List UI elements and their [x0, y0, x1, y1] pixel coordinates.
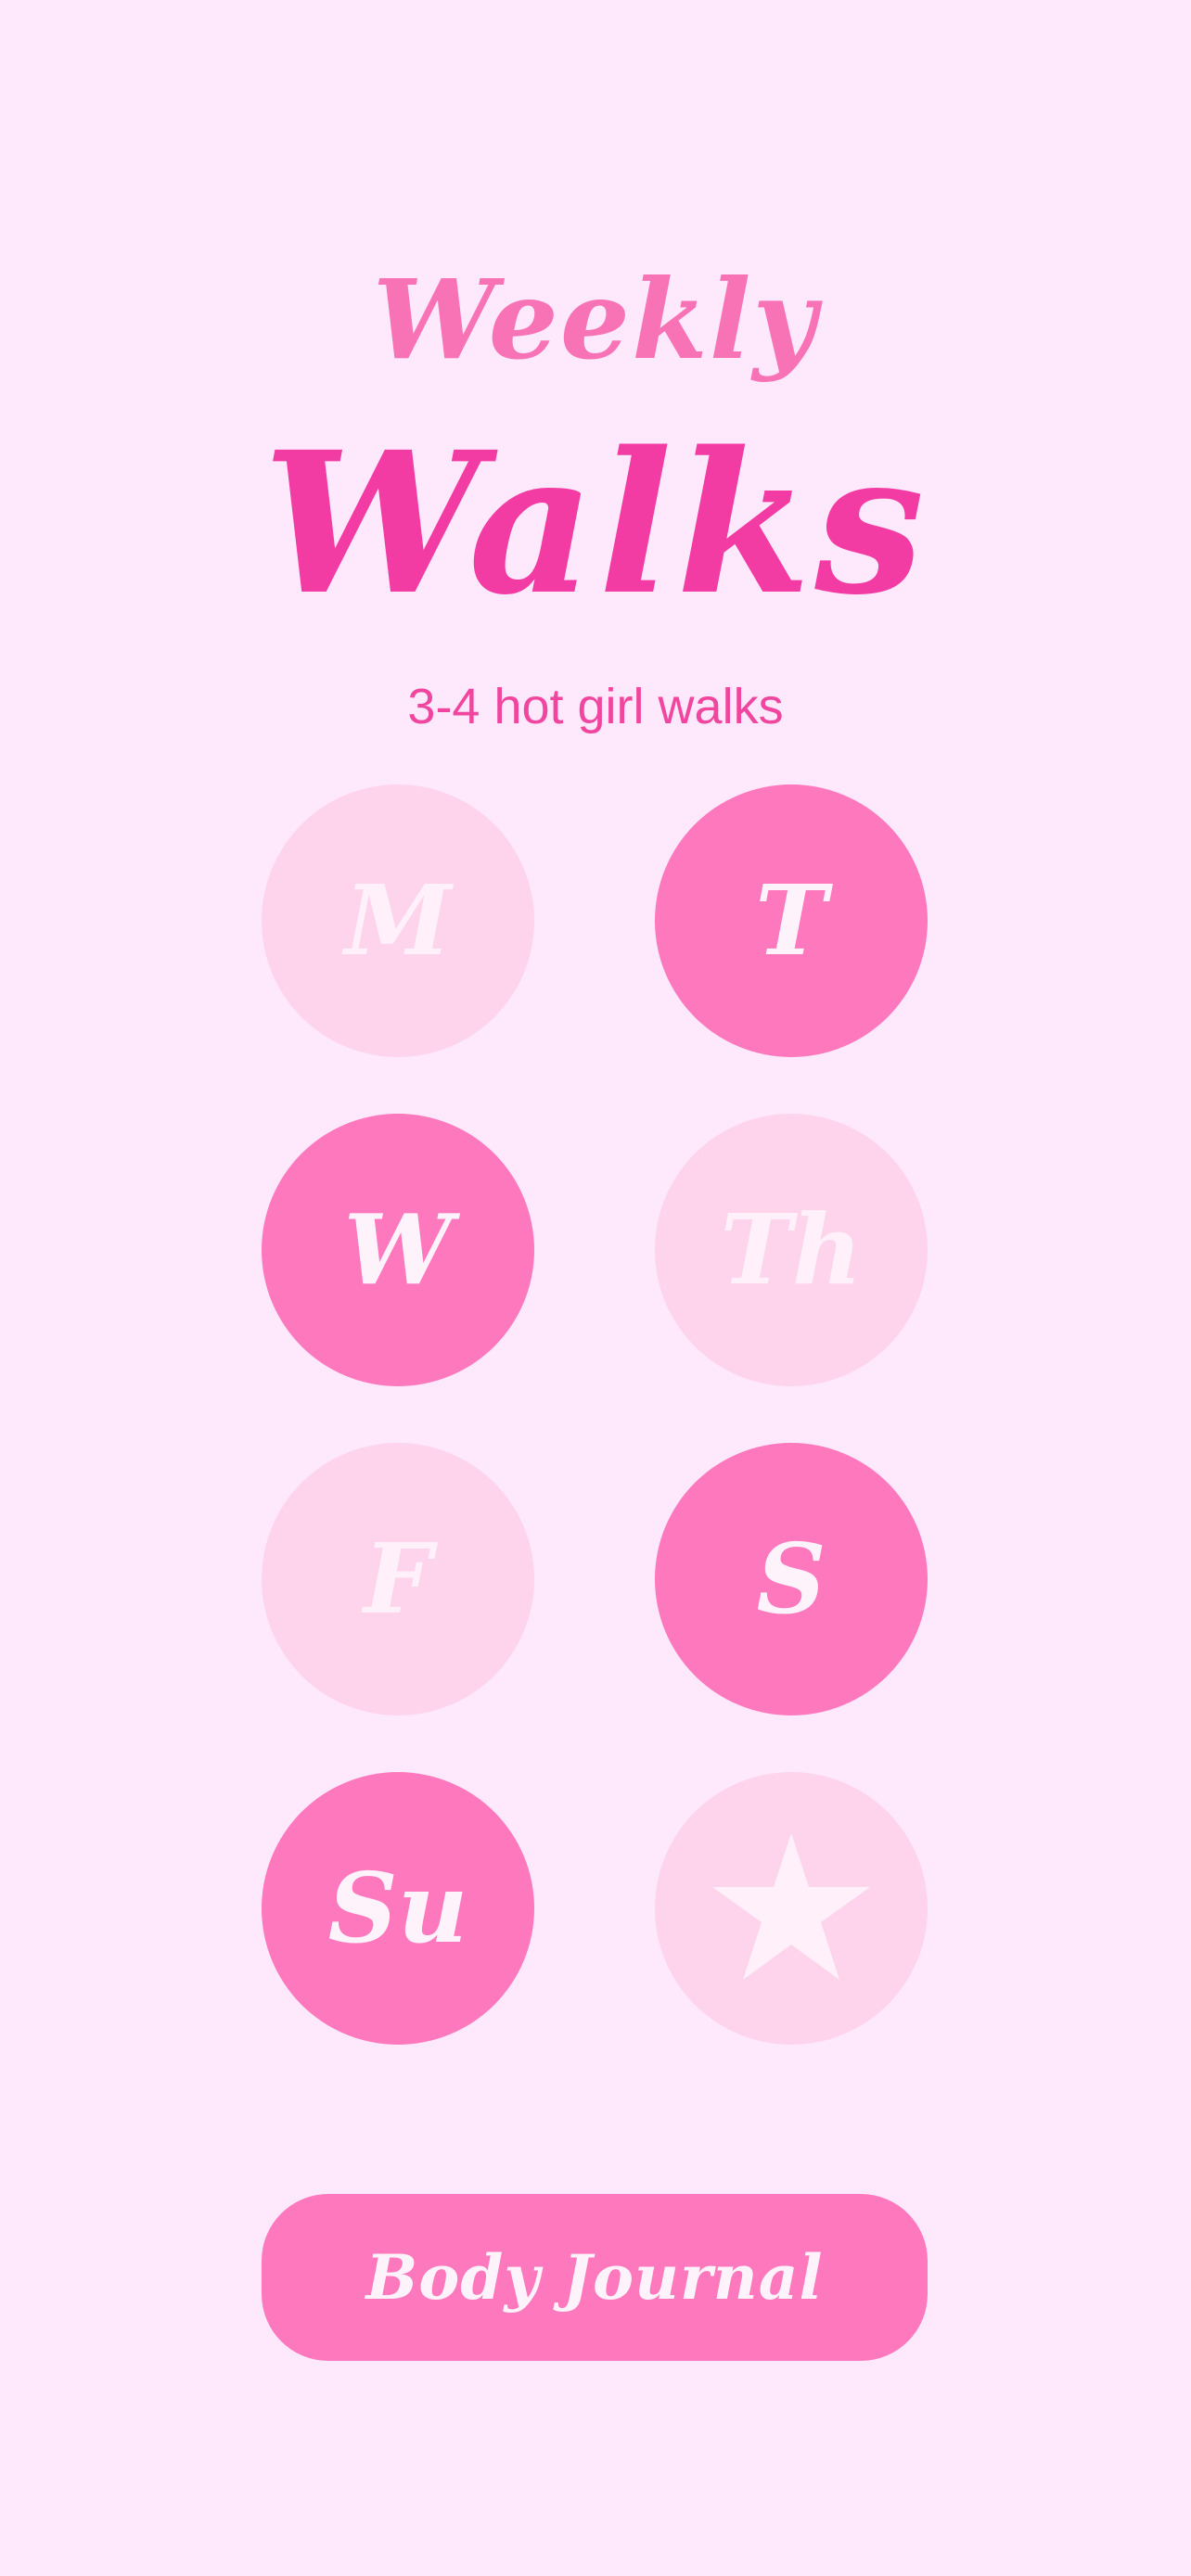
day-toggle-saturday[interactable]: S	[655, 1443, 928, 1715]
day-label: M	[344, 863, 452, 977]
day-label: F	[364, 1522, 432, 1636]
day-tracker-grid: M T W Th F S Su	[262, 784, 928, 2045]
bonus-toggle[interactable]	[655, 1772, 928, 2045]
title-walks: Walks	[263, 409, 928, 638]
day-toggle-sunday[interactable]: Su	[262, 1772, 534, 2045]
day-label: Su	[327, 1851, 468, 1965]
day-toggle-wednesday[interactable]: W	[262, 1114, 534, 1386]
day-toggle-thursday[interactable]: Th	[655, 1114, 928, 1386]
star-icon	[712, 1833, 870, 1983]
day-label: W	[343, 1192, 453, 1307]
title-weekly: Weekly	[372, 255, 819, 384]
day-label: S	[756, 1522, 826, 1636]
day-toggle-friday[interactable]: F	[262, 1443, 534, 1715]
body-journal-label: Body Journal	[365, 2241, 824, 2314]
day-label: T	[755, 863, 827, 977]
day-toggle-tuesday[interactable]: T	[655, 784, 928, 1057]
day-label: Th	[720, 1192, 863, 1307]
body-journal-button[interactable]: Body Journal	[262, 2194, 928, 2361]
day-toggle-monday[interactable]: M	[262, 784, 534, 1057]
walk-goal-subtitle: 3-4 hot girl walks	[407, 679, 784, 734]
